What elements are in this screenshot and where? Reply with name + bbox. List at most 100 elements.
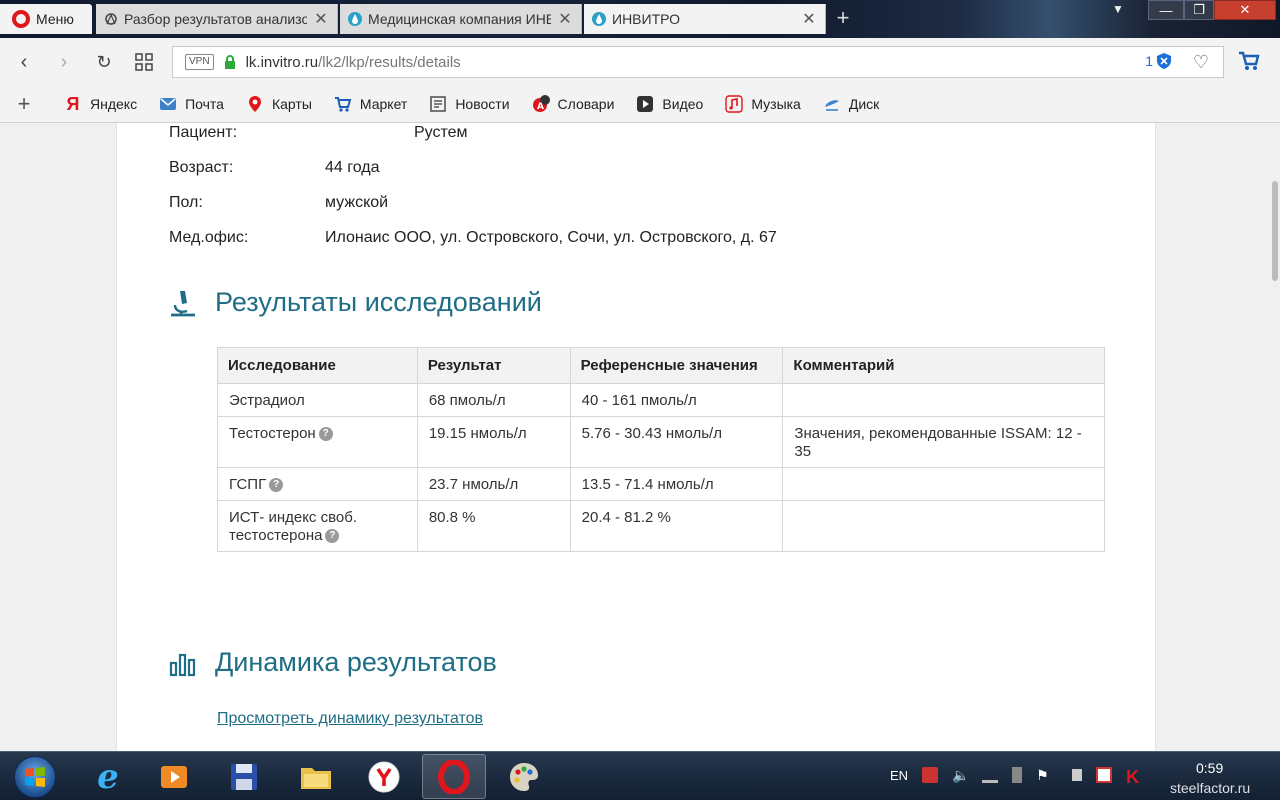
view-dynamics-link[interactable]: Просмотреть динамику результатов: [217, 710, 483, 728]
comment-cell: [782, 383, 1105, 417]
invitro-drop-icon: [348, 12, 362, 26]
tab-invitro[interactable]: ИНВИТРО ✕: [584, 4, 826, 34]
tab-menu-icon[interactable]: ▼: [1112, 2, 1124, 16]
tab-analysis[interactable]: Разбор результатов анализов ✕: [96, 4, 338, 34]
close-icon[interactable]: ✕: [557, 9, 573, 29]
comment-cell: Значения, рекомендованные ISSAM: 12 - 35: [782, 416, 1105, 468]
results-section-title: Результаты исследований: [215, 287, 542, 317]
reload-icon[interactable]: ↻: [92, 50, 116, 74]
media-player-icon: [161, 765, 187, 788]
bookmark-maps[interactable]: Карты: [246, 95, 312, 113]
column-header-result: Результат: [416, 347, 571, 384]
taskbar-media-player[interactable]: [142, 754, 206, 799]
flag-icon[interactable]: ⚑: [1036, 767, 1052, 783]
bookmark-disk[interactable]: Диск: [823, 95, 879, 113]
tab-title: ИНВИТРО: [612, 11, 681, 27]
language-indicator[interactable]: EN: [890, 768, 908, 783]
signal-bars-icon[interactable]: [1066, 769, 1083, 781]
mail-icon: [160, 98, 177, 110]
opera-menu-button[interactable]: Меню: [0, 4, 92, 34]
antivirus-icon[interactable]: [922, 767, 939, 783]
table-row: Тестостерон? 19.15 нмоль/л 5.76 - 30.43 …: [217, 416, 1105, 468]
patient-label: Пациент:: [169, 124, 238, 141]
help-question-icon[interactable]: ?: [318, 427, 333, 442]
shopping-cart-icon[interactable]: [1238, 50, 1260, 72]
bookmarks-bar: + Я Яндекс Почта Карты Маркет Новости A …: [0, 86, 1280, 123]
result-cell: 19.15 нмоль/л: [416, 416, 571, 468]
taskbar-paint[interactable]: [492, 754, 556, 799]
watermark-text: steelfactor.ru: [1170, 780, 1251, 796]
window-close-button[interactable]: ✕: [1214, 0, 1276, 20]
help-question-icon[interactable]: ?: [269, 478, 284, 493]
result-cell: 68 пмоль/л: [416, 383, 571, 417]
bookmark-dictionary[interactable]: A Словари: [532, 95, 614, 113]
reference-cell: 40 - 161 пмоль/л: [569, 383, 784, 417]
table-row: ИСТ- индекс своб. тестостерона? 80.8 % 2…: [217, 500, 1105, 552]
volume-muted-icon[interactable]: 🔈: [952, 767, 969, 783]
network-icon[interactable]: [982, 767, 999, 783]
result-cell: 80.8 %: [416, 500, 571, 552]
table-header-row: Исследование Результат Референсные значе…: [217, 347, 1105, 384]
forward-arrow-icon[interactable]: ›: [52, 50, 76, 74]
floppy-disk-icon: [231, 763, 257, 790]
speed-dial-grid-icon[interactable]: [132, 50, 156, 74]
test-name-cell: Эстрадиол: [217, 383, 418, 417]
adblock-counter[interactable]: 1: [1145, 53, 1171, 69]
usb-icon[interactable]: [1012, 767, 1023, 783]
news-icon: [430, 96, 447, 112]
tab-title: Разбор результатов анализов: [124, 11, 307, 27]
window-maximize-button[interactable]: ❐: [1184, 0, 1214, 20]
system-clock[interactable]: 0:59: [1196, 760, 1223, 776]
page-scrollbar[interactable]: [1270, 123, 1280, 751]
error-window-icon[interactable]: [1096, 767, 1113, 783]
folder-icon: [301, 767, 331, 789]
window-minimize-button[interactable]: —: [1148, 0, 1184, 20]
forum-favicon-icon: [105, 13, 117, 25]
bookmark-heart-icon[interactable]: ♡: [1193, 52, 1209, 73]
vpn-badge[interactable]: VPN: [185, 54, 214, 70]
bookmark-music[interactable]: Музыка: [725, 95, 801, 113]
result-cell: 23.7 нмоль/л: [416, 467, 571, 501]
taskbar-explorer[interactable]: [284, 754, 348, 799]
back-arrow-icon[interactable]: ‹: [12, 50, 36, 74]
reference-cell: 20.4 - 81.2 %: [569, 500, 784, 552]
taskbar-save-app[interactable]: [212, 754, 276, 799]
add-bookmark-plus-icon[interactable]: +: [0, 91, 48, 117]
microscope-icon: [171, 290, 195, 316]
bookmark-mail[interactable]: Почта: [159, 95, 224, 113]
kaspersky-icon[interactable]: K: [1126, 767, 1142, 787]
reference-cell: 13.5 - 71.4 нмоль/л: [569, 467, 784, 501]
shield-icon: [1157, 53, 1171, 69]
bar-chart-icon: [169, 653, 196, 676]
bookmark-video[interactable]: Видео: [636, 95, 703, 113]
url-text: lk.invitro.ru/lk2/lkp/results/details: [245, 53, 461, 71]
close-icon[interactable]: ✕: [313, 9, 329, 29]
help-question-icon[interactable]: ?: [325, 529, 340, 544]
page-viewport: Пациент: Рустем Возраст: 44 года Пол: му…: [0, 123, 1270, 751]
taskbar-opera[interactable]: [422, 754, 486, 799]
reference-cell: 5.76 - 30.43 нмоль/л: [569, 416, 784, 468]
office-label: Мед.офис:: [169, 229, 249, 246]
bookmark-news[interactable]: Новости: [429, 95, 510, 113]
video-icon: [637, 96, 654, 112]
taskbar-yandex-browser[interactable]: [352, 754, 416, 799]
dynamics-section-header: Динамика результатов: [169, 647, 497, 678]
test-name-cell: ГСПГ?: [217, 467, 418, 501]
bookmark-market[interactable]: Маркет: [334, 95, 407, 113]
results-section-header: Результаты исследований: [169, 287, 542, 318]
taskbar-ie[interactable]: e: [76, 754, 140, 799]
dynamics-section-title: Динамика результатов: [215, 647, 497, 677]
bookmark-yandex[interactable]: Я Яндекс: [64, 94, 138, 114]
windows-taskbar: e EN 🔈 ⚑ K 0:59 steelfactor.ru: [0, 751, 1280, 800]
scrollbar-thumb[interactable]: [1272, 181, 1278, 281]
music-icon: [725, 95, 744, 113]
new-tab-plus-icon[interactable]: +: [833, 7, 853, 29]
tab-invitro-company[interactable]: Медицинская компания ИНВИТРО ✕: [340, 4, 582, 34]
address-bar-input[interactable]: VPN lk.invitro.ru/lk2/lkp/results/detail…: [172, 46, 1224, 78]
age-value: 44 года: [325, 159, 380, 176]
column-header-test: Исследование: [217, 347, 418, 384]
comment-cell: [782, 467, 1105, 501]
address-toolbar: ‹ › ↻ VPN lk.invitro.ru/lk2/lkp/results/…: [0, 38, 1280, 86]
close-icon[interactable]: ✕: [801, 9, 817, 29]
start-button[interactable]: [14, 756, 56, 798]
